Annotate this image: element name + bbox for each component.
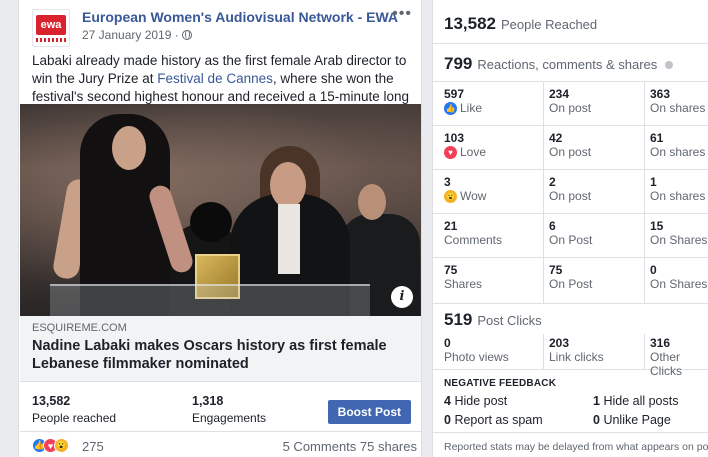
wow-on-post: 2 bbox=[549, 175, 556, 189]
ewa-logo: ewa bbox=[36, 14, 66, 35]
post-card: ewa European Women's Audiovisual Network… bbox=[18, 0, 422, 457]
report-spam-stat: 0 Report as spam bbox=[444, 413, 543, 427]
link-preview[interactable]: ESQUIREME.COM Nadine Labaki makes Oscars… bbox=[20, 316, 421, 382]
love-on-shares: 61 bbox=[650, 131, 664, 145]
unlike-page-stat: 0 Unlike Page bbox=[593, 413, 671, 427]
photo-views-number: 0 bbox=[444, 336, 451, 350]
reactions-row: 👍 ♥ 😮 275 5 Comments 75 shares bbox=[20, 436, 421, 457]
love-icon: ♥ bbox=[444, 145, 457, 159]
wow-on-shares: 1 bbox=[650, 175, 657, 189]
love-label: Love bbox=[460, 145, 487, 159]
info-icon[interactable]: i bbox=[391, 286, 413, 308]
wow-label: Wow bbox=[460, 189, 487, 203]
clicks-breakdown-row: 0 Photo views 203 Link clicks 316 Other … bbox=[433, 334, 708, 378]
people-reached-label: People reached bbox=[32, 411, 117, 425]
post-header: ewa European Women's Audiovisual Network… bbox=[32, 5, 412, 47]
comments-label: Comments bbox=[444, 233, 503, 247]
on-post-label: On post bbox=[549, 101, 592, 115]
people-reached-stat[interactable]: 13,582 People reached bbox=[32, 394, 116, 425]
post-clicks-row: 519 Post Clicks bbox=[433, 304, 708, 334]
post-stats-bar: 13,582 People reached 1,318 Engagements … bbox=[20, 386, 421, 432]
podium bbox=[50, 284, 370, 316]
shares-on-post: 75 bbox=[549, 263, 563, 277]
like-on-shares: 363 bbox=[650, 87, 671, 101]
reaction-count[interactable]: 275 bbox=[82, 439, 104, 454]
like-label: Like bbox=[460, 101, 483, 115]
breakdown-row-wow: 3 😮 Wow 2 On post 1 On shares bbox=[433, 170, 708, 214]
more-options-button[interactable]: ••• bbox=[392, 5, 412, 23]
like-total: 597 bbox=[444, 87, 465, 101]
engagements-label: Engagements bbox=[192, 411, 267, 425]
reaction-icons[interactable]: 👍 ♥ 😮 bbox=[32, 438, 69, 453]
comments-on-shares: 15 bbox=[650, 219, 664, 233]
link-clicks-label: Link clicks bbox=[549, 350, 604, 364]
on-shares-label: On shares bbox=[650, 145, 706, 159]
on-shares-label: On shares bbox=[650, 189, 706, 203]
love-on-post: 42 bbox=[549, 131, 563, 145]
comments-on-post: 6 bbox=[549, 219, 556, 233]
hide-post-stat: 4 Hide post bbox=[444, 394, 508, 408]
like-icon: 👍 bbox=[444, 101, 457, 115]
other-clicks-label: Other Clicks bbox=[650, 350, 682, 378]
negative-feedback-title: NEGATIVE FEEDBACK bbox=[444, 378, 557, 389]
link-clicks-number: 203 bbox=[549, 336, 570, 350]
breakdown-row-like: 597 👍 Like 234 On post 363 On shares bbox=[433, 82, 708, 126]
post-date[interactable]: 27 January 2019 · bbox=[82, 28, 179, 42]
link-domain: ESQUIREME.COM bbox=[32, 322, 127, 334]
post-photo[interactable]: i bbox=[20, 104, 421, 316]
engagements-number: 1,318 bbox=[192, 394, 224, 408]
photo-views-label: Photo views bbox=[444, 350, 509, 364]
rcs-number: 799 bbox=[444, 54, 473, 73]
on-post-label: On post bbox=[549, 145, 592, 159]
breakdown-row-comments: 21 Comments 6 On Post 15 On Shares bbox=[433, 214, 708, 258]
insights-reached-label: People Reached bbox=[501, 17, 598, 32]
on-post-label: On Post bbox=[549, 277, 593, 291]
logo-stripe bbox=[36, 37, 66, 42]
like-on-post: 234 bbox=[549, 87, 570, 101]
page-name-link[interactable]: European Women's Audiovisual Network - E… bbox=[82, 9, 398, 25]
post-meta: 27 January 2019 · bbox=[82, 28, 192, 42]
reactions-comments-shares-row: 799 Reactions, comments & shares bbox=[433, 44, 708, 82]
post-clicks-label: Post Clicks bbox=[477, 313, 542, 328]
wow-icon: 😮 bbox=[444, 189, 457, 203]
stats-disclaimer: Reported stats may be delayed from what … bbox=[444, 441, 708, 453]
on-shares-label: On shares bbox=[650, 101, 706, 115]
wow-total: 3 bbox=[444, 175, 451, 189]
link-title[interactable]: Nadine Labaki makes Oscars history as fi… bbox=[32, 337, 409, 373]
rcs-label: Reactions, comments & shares bbox=[477, 57, 658, 72]
globe-icon bbox=[181, 30, 192, 40]
comments-shares-count[interactable]: 5 Comments 75 shares bbox=[283, 439, 417, 454]
on-shares-label: On Shares bbox=[650, 233, 708, 247]
breakdown-row-shares: 75 Shares 75 On Post 0 On Shares bbox=[433, 258, 708, 304]
shares-total: 75 bbox=[444, 263, 458, 277]
people-reached-number: 13,582 bbox=[32, 394, 71, 408]
post-clicks-number: 519 bbox=[444, 310, 473, 329]
info-icon[interactable] bbox=[665, 61, 674, 69]
insights-panel: 13,582 People Reached 799 Reactions, com… bbox=[432, 0, 708, 457]
love-total: 103 bbox=[444, 131, 465, 145]
comments-total: 21 bbox=[444, 219, 458, 233]
on-post-label: On Post bbox=[549, 233, 593, 247]
on-shares-label: On Shares bbox=[650, 277, 708, 291]
hide-all-posts-stat: 1 Hide all posts bbox=[593, 394, 679, 408]
engagements-stat[interactable]: 1,318 Engagements bbox=[192, 394, 266, 425]
people-reached-row: 13,582 People Reached bbox=[433, 0, 708, 44]
breakdown-row-love: 103 ♥ Love 42 On post 61 On shares bbox=[433, 126, 708, 170]
insights-reached-number: 13,582 bbox=[444, 14, 496, 33]
page-avatar[interactable]: ewa bbox=[32, 9, 70, 47]
festival-link[interactable]: Festival de Cannes bbox=[157, 71, 273, 86]
other-clicks-number: 316 bbox=[650, 336, 671, 350]
boost-post-button[interactable]: Boost Post bbox=[327, 400, 411, 424]
wow-icon: 😮 bbox=[54, 438, 69, 453]
on-post-label: On post bbox=[549, 189, 592, 203]
divider bbox=[433, 432, 708, 433]
shares-label: Shares bbox=[444, 277, 483, 291]
shares-on-shares: 0 bbox=[650, 263, 657, 277]
